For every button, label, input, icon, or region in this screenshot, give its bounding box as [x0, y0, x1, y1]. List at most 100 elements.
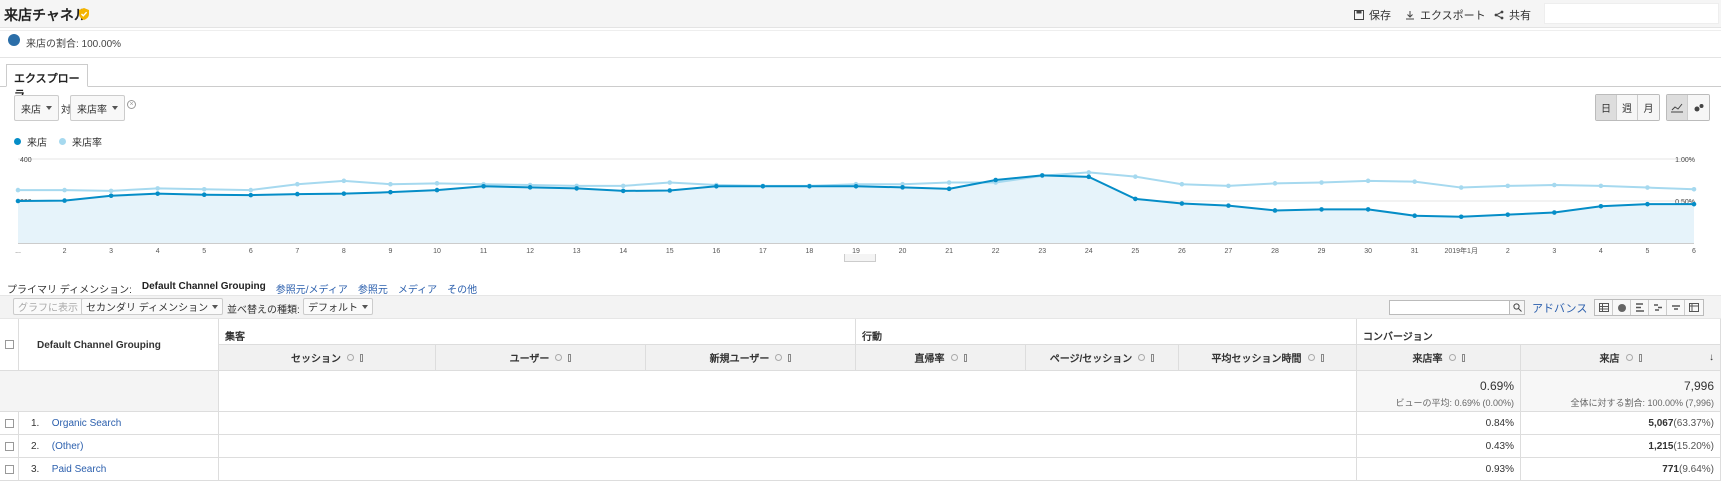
data-point-visit-rate: [62, 187, 67, 193]
row-visit-rate: 0.93%: [1357, 458, 1521, 481]
data-point-visit-rate: [341, 178, 347, 184]
help-icon: [775, 354, 783, 361]
row-index: 2.: [31, 441, 40, 452]
session-percentage-text: 来店の割合: 100.00%: [26, 39, 122, 50]
period-day-button[interactable]: 日: [1596, 95, 1617, 120]
x-tick-label: 24: [1085, 248, 1093, 255]
data-point-visits: [295, 191, 300, 197]
metric2-select[interactable]: 来店率: [70, 95, 125, 121]
data-point-visit-rate: [1691, 186, 1697, 192]
tab-divider: [0, 86, 1721, 87]
table-row-dimension: 1. Organic Search: [19, 412, 219, 435]
pie-view-icon[interactable]: [1613, 300, 1631, 315]
chevron-down-icon: [212, 304, 219, 309]
row-checkbox[interactable]: [5, 419, 14, 428]
line-chart-icon[interactable]: [1667, 95, 1688, 120]
data-point-visits: [1552, 210, 1557, 215]
x-tick-label: 20: [899, 248, 907, 255]
row-checkbox[interactable]: [5, 465, 14, 474]
metric2-value: 来店率: [77, 104, 107, 116]
tab-explorer[interactable]: エクスプローラ: [6, 64, 88, 101]
performance-view-icon[interactable]: [1631, 300, 1649, 315]
select-all-checkbox[interactable]: [5, 340, 14, 349]
sort-bar-icon: [568, 353, 572, 362]
sort-type-select[interactable]: デフォルト: [303, 298, 373, 315]
dimension-option-source[interactable]: 参照元: [358, 281, 388, 296]
period-month-button[interactable]: 月: [1638, 95, 1659, 120]
plot-rows-button[interactable]: グラフに表示: [13, 298, 83, 315]
row-channel-link[interactable]: Organic Search: [52, 418, 121, 429]
dimension-option-medium[interactable]: メディア: [398, 281, 437, 296]
search-icon: [1512, 303, 1522, 312]
sort-descending-icon: ↓: [1709, 352, 1714, 363]
advanced-filter-link[interactable]: アドバンス: [1532, 300, 1587, 316]
sort-type-label: 並べ替えの種類:: [227, 305, 300, 316]
x-tick-label: 5: [202, 248, 206, 255]
column-header-sessions[interactable]: セッション: [219, 345, 436, 371]
row-channel-link[interactable]: (Other): [52, 441, 84, 452]
header-blank-field: [1544, 3, 1719, 24]
x-tick-label: 7: [295, 248, 299, 255]
data-point-visit-rate: [1552, 182, 1557, 188]
data-point-visit-rate: [155, 186, 160, 191]
row-checkbox[interactable]: [5, 442, 14, 451]
share-button[interactable]: 共有: [1494, 7, 1531, 23]
column-header-avg-session-duration[interactable]: 平均セッション時間: [1179, 345, 1357, 371]
data-point-visit-rate: [1412, 179, 1417, 184]
data-point-visits: [1505, 212, 1511, 217]
pivot-view-icon[interactable]: [1685, 300, 1703, 315]
x-tick-label: 2: [63, 248, 67, 255]
data-point-visit-rate: [295, 181, 300, 187]
column-header-bounce-rate[interactable]: 直帰率: [856, 345, 1026, 371]
metric1-select[interactable]: 来店: [14, 95, 59, 121]
save-button[interactable]: 保存: [1354, 7, 1391, 23]
table-search-input[interactable]: [1389, 300, 1511, 315]
legend-label: 来店: [27, 138, 47, 149]
data-view-icon[interactable]: [1595, 300, 1613, 315]
comparison-view-icon[interactable]: [1649, 300, 1667, 315]
chart-collapse-handle[interactable]: [844, 254, 876, 262]
data-point-visits: [1365, 207, 1371, 212]
data-point-visits: [1086, 174, 1092, 180]
column-label: 平均セッション時間: [1211, 354, 1302, 365]
remove-metric-icon[interactable]: ×: [127, 100, 136, 109]
x-tick-label: 26: [1178, 248, 1186, 255]
table-view-buttons: [1594, 299, 1704, 316]
column-header-visit-rate[interactable]: 来店率: [1357, 345, 1521, 371]
column-header-visits[interactable]: 来店 ↓: [1521, 345, 1721, 371]
line-chart: 4002001.00%0.50%...234567891011121314151…: [15, 157, 1697, 255]
primary-dimension-current: Default Channel Grouping: [141, 281, 266, 292]
dimension-option-other[interactable]: その他: [447, 281, 477, 296]
search-button[interactable]: [1509, 300, 1525, 315]
row-channel-link[interactable]: Paid Search: [52, 464, 106, 475]
row-visits-value: 1,215: [1648, 441, 1674, 452]
sort-bar-icon: [963, 353, 967, 362]
data-point-visit-rate: [1505, 183, 1511, 189]
save-icon: [1354, 10, 1364, 20]
term-cloud-view-icon[interactable]: [1667, 300, 1685, 315]
period-week-button[interactable]: 週: [1617, 95, 1638, 120]
sort-bar-icon: [1320, 353, 1324, 362]
secondary-dimension-select[interactable]: セカンダリ ディメンション: [81, 298, 224, 315]
x-tick-label: 2019年1月: [1444, 246, 1477, 255]
data-point-visits: [1319, 207, 1324, 212]
row-visit-rate: 0.84%: [1357, 412, 1521, 435]
sort-type-value: デフォルト: [308, 303, 358, 314]
column-header-new-users[interactable]: 新規ユーザー: [646, 345, 856, 371]
right-axis-label: 1.00%: [1675, 157, 1695, 164]
verified-shield-icon: [79, 8, 89, 20]
x-tick-label: 17: [759, 248, 767, 255]
data-point-visits: [388, 189, 393, 195]
table-row-dimension: 3. Paid Search: [19, 458, 219, 481]
sort-bar-icon: [360, 353, 363, 362]
x-tick-label: 12: [526, 248, 534, 255]
x-tick-label: 31: [1411, 248, 1419, 255]
dimension-column-header[interactable]: Default Channel Grouping: [19, 319, 219, 371]
motion-chart-icon[interactable]: [1688, 95, 1709, 120]
dimension-option-source-medium[interactable]: 参照元/メディア: [276, 281, 348, 296]
column-label: 新規ユーザー: [709, 354, 770, 365]
column-header-users[interactable]: ユーザー: [436, 345, 646, 371]
row-checkbox-cell: [0, 435, 19, 458]
export-button[interactable]: エクスポート: [1405, 7, 1486, 23]
column-header-pages-per-session[interactable]: ページ/セッション: [1026, 345, 1179, 371]
